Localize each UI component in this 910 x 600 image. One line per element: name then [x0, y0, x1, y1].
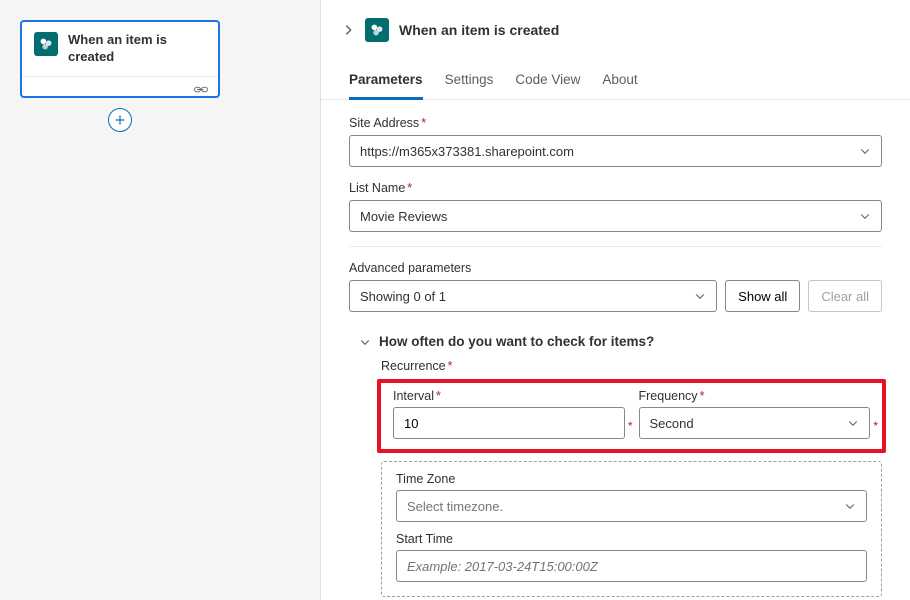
list-name-label: List Name*	[349, 181, 882, 195]
timezone-label: Time Zone	[396, 472, 867, 486]
clear-all-button: Clear all	[808, 280, 882, 312]
divider	[349, 246, 882, 247]
recurrence-extra-box: Time Zone Select timezone. Start Time Ex…	[381, 461, 882, 597]
timezone-select[interactable]: Select timezone.	[396, 490, 867, 522]
chevron-down-icon	[694, 290, 706, 302]
required-marker: *	[628, 419, 633, 433]
chevron-down-icon	[859, 210, 871, 222]
node-header: When an item is created	[22, 22, 218, 76]
start-time-input[interactable]: Example: 2017-03-24T15:00:00Z	[396, 550, 867, 582]
link-icon	[194, 81, 208, 91]
parameters-form: Site Address* https://m365x373381.sharep…	[321, 100, 910, 600]
panel-tabs: Parameters Settings Code View About	[321, 56, 910, 100]
recurrence-section-toggle[interactable]: How often do you want to check for items…	[359, 334, 882, 349]
sharepoint-icon	[365, 18, 389, 42]
site-address-select[interactable]: https://m365x373381.sharepoint.com	[349, 135, 882, 167]
interval-input-field[interactable]	[404, 416, 614, 431]
required-marker: *	[873, 419, 878, 433]
sharepoint-icon	[34, 32, 58, 56]
collapse-panel-button[interactable]	[341, 23, 355, 37]
start-time-label: Start Time	[396, 532, 867, 546]
tab-settings[interactable]: Settings	[445, 66, 494, 100]
recurrence-highlight: Interval* * Frequency* Second	[377, 379, 886, 453]
node-title: When an item is created	[68, 32, 206, 66]
timezone-placeholder: Select timezone.	[407, 499, 503, 514]
chevron-down-icon	[847, 417, 859, 429]
recurrence-label: Recurrence*	[381, 359, 882, 373]
chevron-down-icon	[359, 336, 371, 348]
frequency-value: Second	[650, 416, 694, 431]
add-step-button[interactable]	[108, 108, 132, 132]
list-name-select[interactable]: Movie Reviews	[349, 200, 882, 232]
start-time-placeholder: Example: 2017-03-24T15:00:00Z	[407, 559, 598, 574]
advanced-parameters-summary: Showing 0 of 1	[360, 289, 446, 304]
frequency-select[interactable]: Second	[639, 407, 871, 439]
list-name-value: Movie Reviews	[360, 209, 447, 224]
frequency-label: Frequency*	[639, 389, 871, 403]
chevron-down-icon	[859, 145, 871, 157]
interval-label: Interval*	[393, 389, 625, 403]
tab-about[interactable]: About	[602, 66, 637, 100]
recurrence-section-title: How often do you want to check for items…	[379, 334, 654, 349]
flow-canvas: When an item is created	[0, 0, 320, 600]
trigger-config-panel: When an item is created Parameters Setti…	[320, 0, 910, 600]
tab-code-view[interactable]: Code View	[515, 66, 580, 100]
site-address-label: Site Address*	[349, 116, 882, 130]
panel-header: When an item is created	[321, 0, 910, 56]
interval-input[interactable]	[393, 407, 625, 439]
panel-title: When an item is created	[399, 22, 559, 38]
advanced-parameters-select[interactable]: Showing 0 of 1	[349, 280, 717, 312]
tab-parameters[interactable]: Parameters	[349, 66, 423, 100]
trigger-node-card[interactable]: When an item is created	[20, 20, 220, 98]
show-all-button[interactable]: Show all	[725, 280, 800, 312]
chevron-down-icon	[844, 500, 856, 512]
node-footer	[22, 76, 218, 96]
site-address-value: https://m365x373381.sharepoint.com	[360, 144, 574, 159]
advanced-parameters-label: Advanced parameters	[349, 261, 882, 275]
